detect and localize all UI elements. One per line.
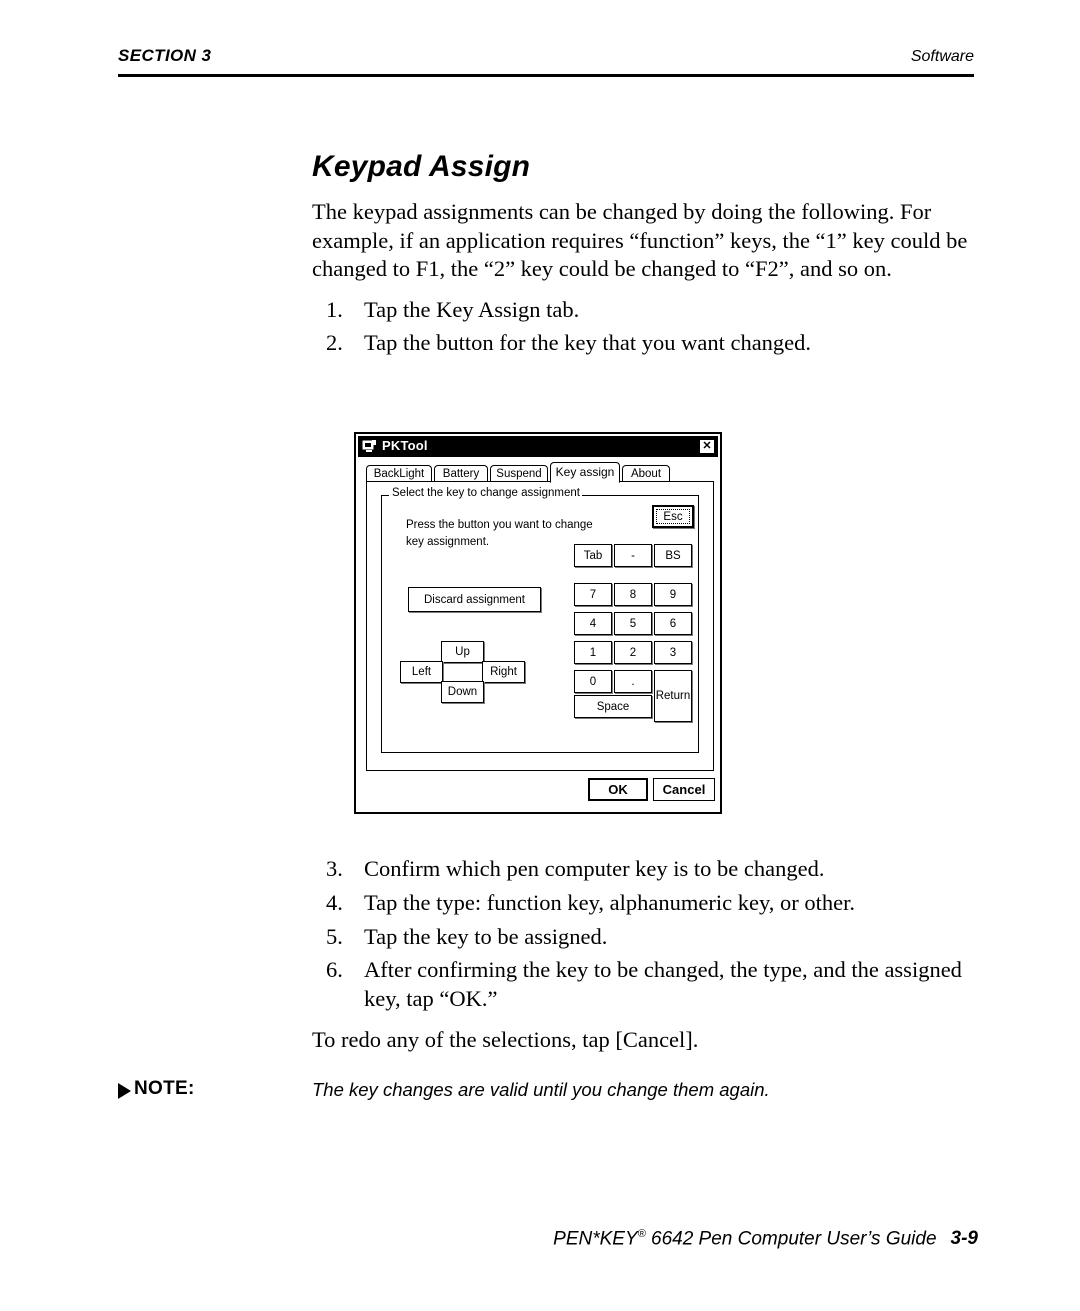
ok-button[interactable]: OK <box>588 778 648 801</box>
groupbox-legend: Select the key to change assignment <box>390 487 582 499</box>
key-button-0[interactable]: 0 <box>574 670 612 693</box>
triangle-bullet-icon <box>118 1083 131 1099</box>
key-assign-panel: Select the key to change assignment Pres… <box>366 481 714 771</box>
groupbox-border-right <box>578 495 699 496</box>
key-button-5[interactable]: 5 <box>614 612 652 635</box>
list-item: 1. Tap the Key Assign tab. <box>312 296 982 325</box>
tab-battery[interactable]: Battery <box>434 465 488 482</box>
list-item: 2. Tap the button for the key that you w… <box>312 329 982 358</box>
steps-list-bottom: 3. Confirm which pen computer key is to … <box>312 855 982 1014</box>
step-text: Tap the button for the key that you want… <box>364 330 812 356</box>
key-button-down[interactable]: Down <box>441 681 484 703</box>
tab-backlight[interactable]: BackLight <box>366 465 432 482</box>
page-footer: PEN*KEY® 6642 Pen Computer User’s Guide 3… <box>118 1228 978 1250</box>
key-button-dot[interactable]: . <box>614 670 652 693</box>
pktool-dialog: PKTool ✕ BackLight Battery Suspend Key a… <box>354 432 722 814</box>
list-item: 4. Tap the type: function key, alphanume… <box>312 889 982 918</box>
steps-list-top: 1. Tap the Key Assign tab. 2. Tap the bu… <box>312 296 982 359</box>
footer-product: PEN*KEY <box>553 1228 638 1250</box>
key-button-esc-label: Esc <box>661 510 685 523</box>
content-column-lower: 3. Confirm which pen computer key is to … <box>312 855 982 1055</box>
list-item: 3. Confirm which pen computer key is to … <box>312 855 982 884</box>
registered-mark-icon: ® <box>637 1228 646 1240</box>
header-divider <box>118 74 974 77</box>
key-button-6[interactable]: 6 <box>654 612 692 635</box>
list-item: 6. After confirming the key to be change… <box>312 956 982 1014</box>
page-number: 3-9 <box>950 1228 978 1250</box>
step-text: Tap the Key Assign tab. <box>364 296 580 322</box>
key-button-3[interactable]: 3 <box>654 641 692 664</box>
note-block: NOTE: The key changes are valid until yo… <box>118 1078 978 1114</box>
dialog-title: PKTool <box>382 438 428 453</box>
close-icon[interactable]: ✕ <box>699 439 715 454</box>
note-label: NOTE: <box>134 1078 195 1099</box>
step-text: After confirming the key to be changed, … <box>364 957 962 1012</box>
key-button-tab[interactable]: Tab <box>574 544 612 567</box>
step-number: 6. <box>326 957 343 983</box>
footer-guide: 6642 Pen Computer User’s Guide <box>645 1228 937 1250</box>
key-button-return[interactable]: Return <box>654 670 692 722</box>
tab-suspend[interactable]: Suspend <box>490 465 548 482</box>
list-item: 5. Tap the key to be assigned. <box>312 923 982 952</box>
key-button-9[interactable]: 9 <box>654 583 692 606</box>
dialog-titlebar: PKTool ✕ <box>358 436 718 457</box>
dialog-tabstrip: BackLight Battery Suspend Key assign Abo… <box>366 462 714 483</box>
key-button-up[interactable]: Up <box>441 641 484 663</box>
step-text: Confirm which pen computer key is to be … <box>364 856 825 881</box>
key-select-groupbox: Select the key to change assignment Pres… <box>381 487 699 753</box>
step-number: 5. <box>326 923 343 949</box>
key-button-dash[interactable]: - <box>614 544 652 567</box>
discard-assignment-button[interactable]: Discard assignment <box>408 587 541 612</box>
running-head: Software <box>910 48 974 65</box>
page-header: SECTION 3 Software <box>118 46 974 80</box>
page-title: Keypad Assign <box>312 150 531 183</box>
key-button-right[interactable]: Right <box>482 661 525 683</box>
step-text: Tap the type: function key, alphanumeric… <box>364 889 855 915</box>
intro-paragraph: The keypad assignments can be changed by… <box>312 199 968 282</box>
section-label: SECTION 3 <box>118 46 212 65</box>
key-button-2[interactable]: 2 <box>614 641 652 664</box>
key-button-esc[interactable]: Esc <box>652 505 694 528</box>
key-button-left[interactable]: Left <box>400 661 443 683</box>
note-text: The key changes are valid until you chan… <box>312 1079 770 1100</box>
key-button-space[interactable]: Space <box>574 695 652 718</box>
keypad-grid: Esc Tab - BS 7 8 9 4 5 6 1 2 3 Return 0 <box>574 505 696 745</box>
document-page: SECTION 3 Software Keypad Assign The key… <box>0 0 1080 1311</box>
content-column: Keypad Assign The keypad assignments can… <box>312 150 982 363</box>
pktool-app-icon <box>362 439 377 454</box>
tab-about[interactable]: About <box>622 465 670 482</box>
step-text: Tap the key to be assigned. <box>364 923 608 949</box>
step-number: 1. <box>326 296 343 322</box>
dialog-button-bar: OK Cancel <box>356 774 720 806</box>
cancel-button[interactable]: Cancel <box>653 778 715 801</box>
tab-key-assign[interactable]: Key assign <box>550 462 620 483</box>
step-number: 3. <box>326 856 343 881</box>
step-number: 2. <box>326 330 343 356</box>
redo-paragraph: To redo any of the selections, tap [Canc… <box>312 1026 699 1052</box>
groupbox-border-left <box>381 495 389 496</box>
key-button-bs[interactable]: BS <box>654 544 692 567</box>
key-button-1[interactable]: 1 <box>574 641 612 664</box>
key-button-8[interactable]: 8 <box>614 583 652 606</box>
step-number: 4. <box>326 889 343 915</box>
key-button-4[interactable]: 4 <box>574 612 612 635</box>
key-button-7[interactable]: 7 <box>574 583 612 606</box>
